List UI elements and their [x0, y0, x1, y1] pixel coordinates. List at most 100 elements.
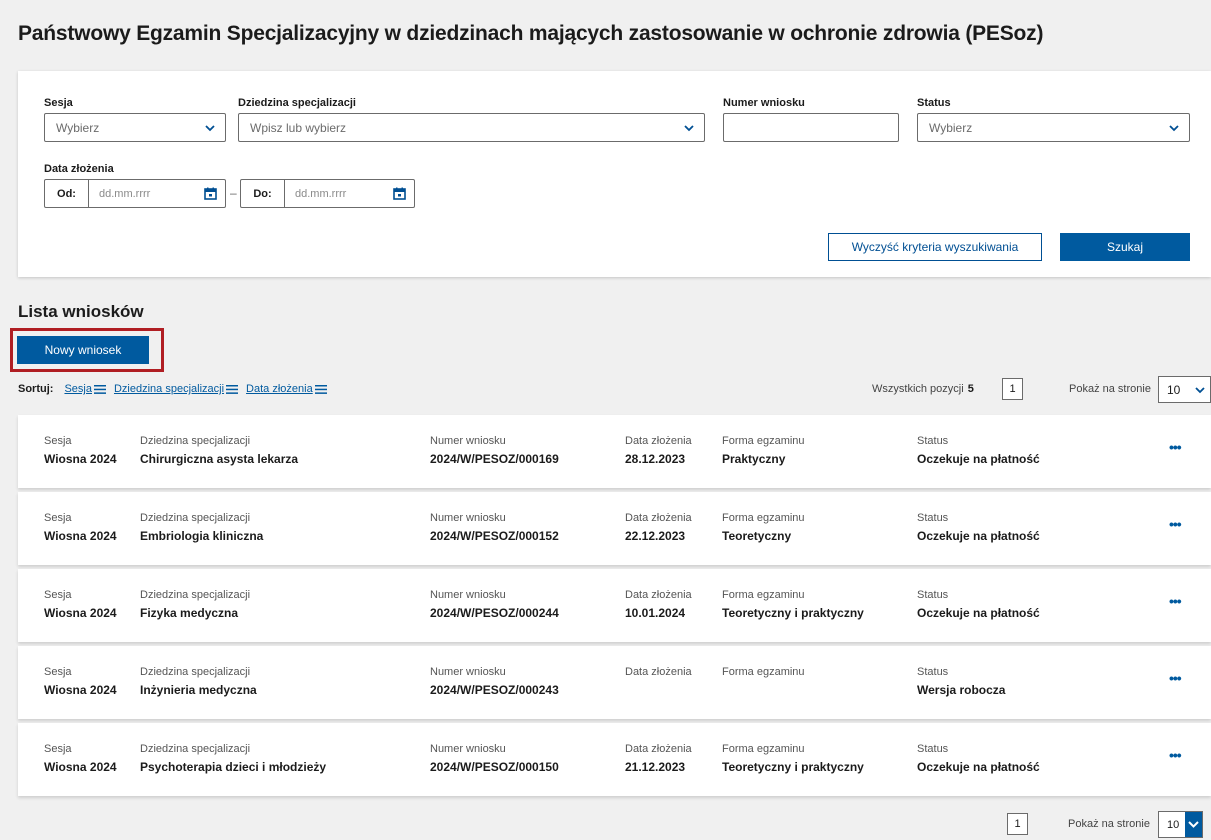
- row-status: Oczekuje na płatność: [917, 452, 1040, 466]
- date-filter-label: Data złożenia: [44, 163, 114, 175]
- column-label-number: Numer wniosku: [430, 589, 506, 601]
- date-from-group: Od: dd.mm.rrrr: [44, 179, 226, 208]
- chevron-down-icon: [1194, 384, 1206, 399]
- more-options-icon[interactable]: •••: [1169, 439, 1185, 459]
- chevron-down-icon: [1185, 812, 1202, 837]
- sort-by-session-link[interactable]: Sesja: [64, 383, 92, 395]
- row-form: Teoretyczny: [722, 529, 792, 543]
- status-select[interactable]: Wybierz: [917, 113, 1190, 142]
- sort-label: Sortuj:: [18, 383, 54, 395]
- column-label-session: Sesja: [44, 589, 72, 601]
- row-form: Praktyczny: [722, 452, 786, 466]
- column-label-form: Forma egzaminu: [722, 435, 805, 447]
- sort-lines-icon[interactable]: [93, 384, 106, 394]
- date-to-input[interactable]: dd.mm.rrrr: [285, 180, 414, 207]
- more-options-icon[interactable]: •••: [1169, 516, 1185, 536]
- field-select[interactable]: Wpisz lub wybierz: [238, 113, 705, 142]
- column-label-field: Dziedzina specjalizacji: [140, 666, 251, 678]
- status-select-placeholder: Wybierz: [929, 120, 973, 135]
- sort-by-date-link[interactable]: Data złożenia: [246, 383, 313, 395]
- row-number: 2024/W/PESOZ/000150: [430, 760, 559, 774]
- more-options-icon[interactable]: •••: [1169, 593, 1185, 613]
- page-number-button[interactable]: 1: [1002, 378, 1023, 400]
- field-select-placeholder: Wpisz lub wybierz: [250, 120, 347, 135]
- date-from-input[interactable]: dd.mm.rrrr: [89, 180, 225, 207]
- table-row[interactable]: Sesja Wiosna 2024 Dziedzina specjalizacji…: [18, 492, 1211, 565]
- column-label-field: Dziedzina specjalizacji: [140, 589, 251, 601]
- search-button[interactable]: Szukaj: [1060, 233, 1190, 261]
- column-label-form: Forma egzaminu: [722, 589, 805, 601]
- row-field: Inżynieria medyczna: [140, 683, 257, 697]
- column-label-status: Status: [917, 512, 949, 524]
- row-date: 10.01.2024: [625, 606, 686, 620]
- row-status: Oczekuje na płatność: [917, 606, 1040, 620]
- number-input[interactable]: [723, 113, 899, 142]
- total-count-label: Wszystkich pozycji: [872, 383, 964, 395]
- table-row[interactable]: Sesja Wiosna 2024 Dziedzina specjalizacji…: [18, 415, 1211, 488]
- chevron-down-icon: [683, 122, 695, 134]
- sort-lines-icon[interactable]: [226, 384, 239, 394]
- column-label-session: Sesja: [44, 743, 72, 755]
- list-title: Lista wniosków: [18, 302, 144, 321]
- row-number: 2024/W/PESOZ/000243: [430, 683, 559, 697]
- column-label-field: Dziedzina specjalizacji: [140, 512, 251, 524]
- per-page-select[interactable]: 10: [1158, 811, 1203, 838]
- table-row[interactable]: Sesja Wiosna 2024 Dziedzina specjalizacji…: [18, 646, 1211, 719]
- sort-by-field-link[interactable]: Dziedzina specjalizacji: [114, 383, 224, 395]
- row-session: Wiosna 2024: [44, 606, 117, 620]
- row-session: Wiosna 2024: [44, 452, 117, 466]
- calendar-icon[interactable]: [393, 187, 406, 200]
- row-status: Wersja robocza: [917, 683, 1006, 697]
- column-label-status: Status: [917, 435, 949, 447]
- chevron-down-icon: [1168, 122, 1180, 134]
- clear-criteria-button[interactable]: Wyczyść kryteria wyszukiwania: [828, 233, 1042, 261]
- column-label-session: Sesja: [44, 666, 72, 678]
- page-number-button[interactable]: 1: [1007, 813, 1028, 835]
- row-number: 2024/W/PESOZ/000169: [430, 452, 559, 466]
- row-session: Wiosna 2024: [44, 529, 117, 543]
- date-to-placeholder: dd.mm.rrrr: [295, 187, 347, 200]
- sort-bar: Sortuj: Sesja Dziedzina specjalizacji Da…: [18, 383, 335, 395]
- sort-lines-icon[interactable]: [314, 384, 327, 394]
- column-label-number: Numer wniosku: [430, 512, 506, 524]
- column-label-form: Forma egzaminu: [722, 743, 805, 755]
- column-label-date: Data złożenia: [625, 666, 692, 678]
- session-select[interactable]: Wybierz: [44, 113, 226, 142]
- column-label-status: Status: [917, 589, 949, 601]
- row-number: 2024/W/PESOZ/000152: [430, 529, 559, 543]
- row-form: Teoretyczny i praktyczny: [722, 606, 864, 620]
- column-label-form: Forma egzaminu: [722, 666, 805, 678]
- column-label-number: Numer wniosku: [430, 666, 506, 678]
- column-label-number: Numer wniosku: [430, 743, 506, 755]
- column-label-number: Numer wniosku: [430, 435, 506, 447]
- more-options-icon[interactable]: •••: [1169, 670, 1185, 690]
- column-label-field: Dziedzina specjalizacji: [140, 743, 251, 755]
- row-field: Embriologia kliniczna: [140, 529, 264, 543]
- session-select-placeholder: Wybierz: [56, 120, 100, 135]
- calendar-icon[interactable]: [204, 187, 217, 200]
- field-filter-label: Dziedzina specjalizacji: [238, 97, 356, 109]
- column-label-date: Data złożenia: [625, 743, 692, 755]
- per-page-value: 10: [1167, 382, 1181, 397]
- per-page-select[interactable]: 10: [1158, 376, 1211, 403]
- session-filter-label: Sesja: [44, 97, 73, 109]
- column-label-session: Sesja: [44, 512, 72, 524]
- search-panel: Sesja Wybierz Dziedzina specjalizacji Wp…: [18, 71, 1211, 277]
- table-row[interactable]: Sesja Wiosna 2024 Dziedzina specjalizacji…: [18, 569, 1211, 642]
- column-label-date: Data złożenia: [625, 512, 692, 524]
- table-row[interactable]: Sesja Wiosna 2024 Dziedzina specjalizacji…: [18, 723, 1211, 796]
- column-label-form: Forma egzaminu: [722, 512, 805, 524]
- status-filter-label: Status: [917, 97, 951, 109]
- per-page-value: 10: [1167, 818, 1180, 831]
- row-field: Psychoterapia dzieci i młodzieży: [140, 760, 327, 774]
- row-field: Fizyka medyczna: [140, 606, 239, 620]
- row-session: Wiosna 2024: [44, 760, 117, 774]
- row-field: Chirurgiczna asysta lekarza: [140, 452, 299, 466]
- row-date: 21.12.2023: [625, 760, 686, 774]
- column-label-date: Data złożenia: [625, 435, 692, 447]
- more-options-icon[interactable]: •••: [1169, 747, 1185, 767]
- row-date: 28.12.2023: [625, 452, 686, 466]
- date-range-separator: –: [230, 186, 237, 200]
- row-status: Oczekuje na płatność: [917, 529, 1040, 543]
- new-application-button[interactable]: Nowy wniosek: [17, 336, 149, 364]
